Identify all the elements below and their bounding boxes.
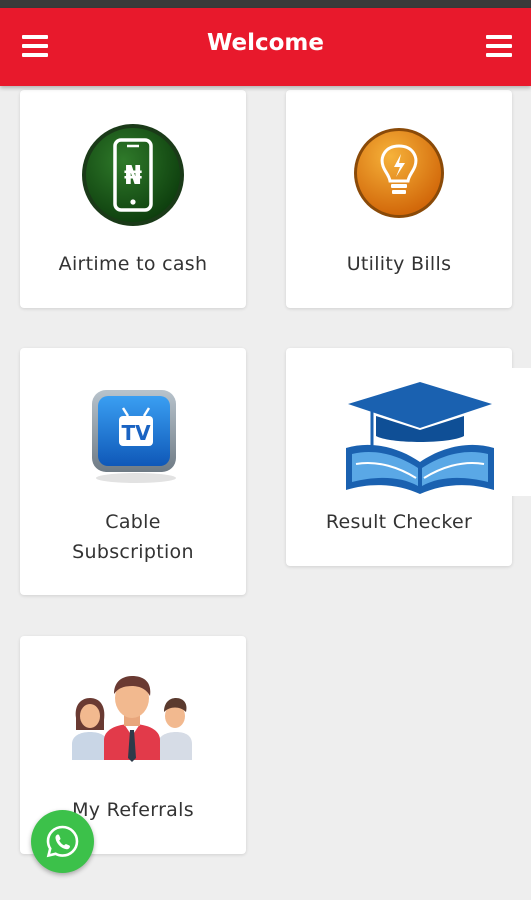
status-bar	[0, 0, 531, 8]
svg-text:₦: ₦	[124, 161, 142, 191]
side-strip	[512, 368, 531, 496]
result-checker-card[interactable]: Result Checker	[286, 348, 512, 566]
tv-icon: TV	[92, 390, 176, 483]
app-bar: Welcome	[0, 8, 531, 86]
card-label: Result Checker	[325, 511, 473, 533]
svg-text:TV: TV	[121, 421, 151, 445]
whatsapp-icon	[46, 825, 79, 858]
utility-bills-card[interactable]: Utility Bills	[286, 90, 512, 308]
airtime-to-cash-card[interactable]: ₦ Airtime to cash	[20, 90, 246, 308]
hamburger-menu-icon[interactable]	[486, 35, 512, 57]
page-title: Welcome	[206, 30, 325, 56]
whatsapp-button[interactable]	[31, 810, 94, 873]
cable-subscription-card[interactable]: TV Cable Subscription	[20, 348, 246, 595]
naira-phone-icon: ₦	[82, 124, 184, 226]
graduation-cap-book-icon	[346, 382, 494, 494]
card-label-line2: Subscription	[72, 541, 194, 563]
lightbulb-icon	[354, 128, 444, 218]
card-label-line1: Cable	[105, 511, 161, 533]
people-group-icon	[72, 676, 192, 762]
card-label: Airtime to cash	[58, 253, 208, 275]
card-label: Utility Bills	[346, 253, 452, 275]
